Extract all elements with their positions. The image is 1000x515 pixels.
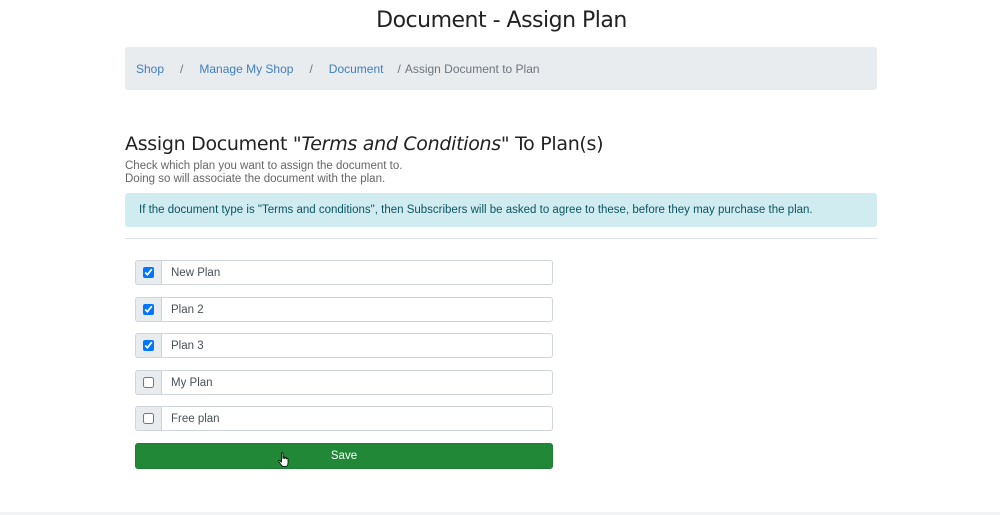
assign-heading: Assign Document "Terms and Conditions" T… — [125, 133, 604, 155]
plan-checkbox-wrapper — [135, 297, 161, 322]
description-line-2: Doing so will associate the document wit… — [125, 173, 386, 185]
plan-checkbox[interactable] — [143, 413, 154, 424]
plan-checkbox-wrapper — [135, 260, 161, 285]
breadcrumb-manage-my-shop-link[interactable]: Manage My Shop — [199, 62, 293, 76]
description-line-1: Check which plan you want to assign the … — [125, 160, 403, 172]
plan-name: Free plan — [161, 406, 553, 431]
save-button[interactable]: Save — [135, 443, 553, 469]
breadcrumb-current: Assign Document to Plan — [404, 61, 540, 76]
breadcrumb-shop-link[interactable]: Shop — [136, 62, 164, 76]
plan-name: Plan 2 — [161, 297, 553, 322]
breadcrumb: Shop / Manage My Shop / Document / Assig… — [125, 47, 877, 90]
plan-checkbox[interactable] — [143, 267, 154, 278]
hand-pointer-icon — [278, 452, 289, 467]
plan-row: Free plan — [135, 406, 553, 431]
plan-checkbox-wrapper — [135, 406, 161, 431]
info-alert: If the document type is "Terms and condi… — [125, 193, 877, 227]
breadcrumb-separator: / — [180, 61, 184, 76]
document-name: Terms and Conditions — [301, 133, 501, 155]
heading-prefix: Assign Document " — [125, 133, 302, 155]
plan-name: Plan 3 — [161, 333, 553, 358]
plan-checkbox[interactable] — [143, 340, 154, 351]
plan-name: My Plan — [161, 370, 553, 395]
plan-checkbox[interactable] — [143, 377, 154, 388]
plan-name: New Plan — [161, 260, 553, 285]
plan-checkbox[interactable] — [143, 304, 154, 315]
plan-row: Plan 2 — [135, 297, 553, 322]
breadcrumb-document-link[interactable]: Document — [329, 62, 384, 76]
breadcrumb-separator: / — [397, 61, 401, 76]
breadcrumb-separator: / — [309, 61, 313, 76]
divider — [125, 238, 877, 239]
plan-row: New Plan — [135, 260, 553, 285]
plan-row: My Plan — [135, 370, 553, 395]
page-title: Document - Assign Plan — [376, 8, 627, 33]
plan-checkbox-wrapper — [135, 333, 161, 358]
plan-row: Plan 3 — [135, 333, 553, 358]
plan-checkbox-wrapper — [135, 370, 161, 395]
assign-description: Check which plan you want to assign the … — [125, 160, 402, 186]
heading-suffix: " To Plan(s) — [500, 133, 604, 155]
